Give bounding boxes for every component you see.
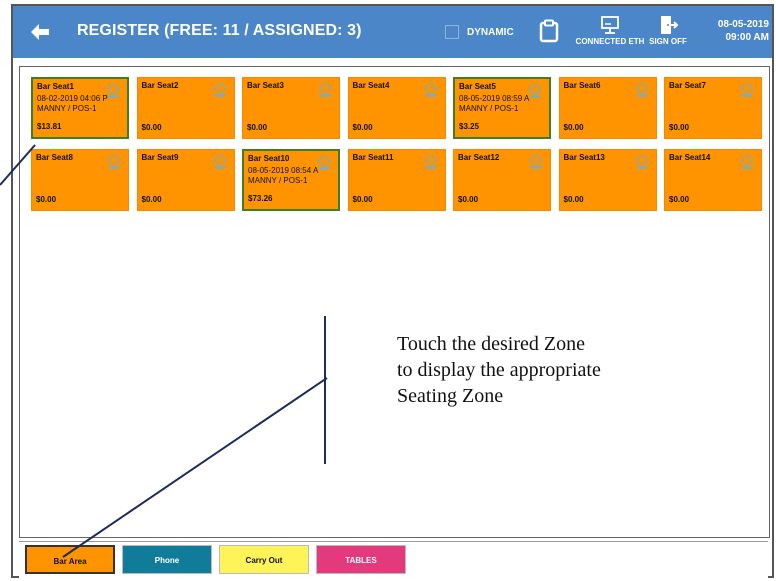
callout-line-zone (62, 377, 328, 558)
instruction-line-2: to display the appropriate (397, 359, 601, 381)
instruction-line-1: Touch the desired Zone (397, 333, 585, 355)
callout-line-seat (0, 144, 36, 186)
instruction-line-3: Seating Zone (397, 385, 504, 407)
callout-lines (0, 144, 328, 558)
instruction-note: Touch the desired Zone to display the ap… (397, 331, 601, 409)
callout-vertical-line (324, 316, 326, 464)
